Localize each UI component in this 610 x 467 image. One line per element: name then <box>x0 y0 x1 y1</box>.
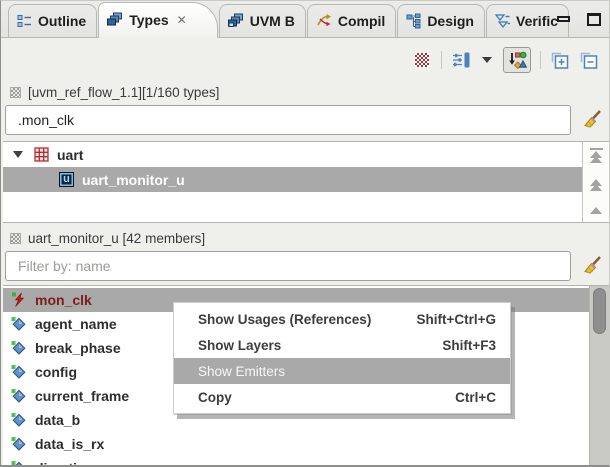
tab-label: Outline <box>38 13 87 29</box>
tab-label: Verific <box>516 13 559 29</box>
menu-item-show-usages[interactable]: Show Usages (References) Shift+Ctrl+G <box>174 306 510 332</box>
class-u-icon: u <box>59 172 74 187</box>
scope-grid-icon <box>10 87 21 98</box>
members-header: uart_monitor_u [42 members] <box>10 231 205 246</box>
toolbar-separator <box>441 51 442 69</box>
menu-item-label: Show Usages (References) <box>198 311 372 327</box>
field-diamond-icon <box>11 436 27 452</box>
tree-row-uart[interactable]: uart <box>3 142 582 167</box>
line-up-icon[interactable] <box>590 207 602 214</box>
menu-item-shortcut: Shift+F3 <box>442 337 496 353</box>
expand-all-icon[interactable] <box>550 50 570 70</box>
maximize-icon[interactable] <box>585 10 603 28</box>
compile-arrows-icon <box>316 13 332 29</box>
member-kinds-icon <box>508 51 527 69</box>
field-diamond-icon <box>11 388 27 404</box>
tab-label: Compil <box>337 13 386 29</box>
menu-item-label: Copy <box>198 389 232 405</box>
package-grid-icon <box>34 147 49 162</box>
clear-filter-broom-icon[interactable] <box>581 108 603 130</box>
scroll-to-top-icon[interactable] <box>589 148 603 163</box>
signal-bolt-icon <box>11 292 27 308</box>
tab-outline[interactable]: Outline <box>8 4 98 37</box>
member-name: data_b <box>35 412 81 428</box>
field-diamond-icon <box>11 460 27 465</box>
context-menu: Show Usages (References) Shift+Ctrl+G Sh… <box>173 302 511 414</box>
field-diamond-icon <box>11 340 27 356</box>
member-name: data_is_rx <box>35 436 105 452</box>
hierarchy-icon <box>406 13 421 29</box>
tree-node-label: uart <box>57 146 84 163</box>
types-view-window: Outline Types ✕ UVM B Compil Design Veri… <box>0 0 610 467</box>
outline-icon <box>17 14 32 29</box>
menu-item-label: Show Layers <box>198 337 282 353</box>
sort-filter-icon[interactable] <box>451 50 471 70</box>
verification-hierarchy-icon <box>495 13 510 29</box>
tab-design-hierarchy[interactable]: Design <box>397 4 485 37</box>
vertical-scrollbar[interactable] <box>589 286 609 465</box>
collapse-twisty-icon[interactable] <box>13 151 23 158</box>
menu-item-shortcut: Ctrl+C <box>455 389 496 405</box>
tab-compile-order[interactable]: Compil <box>306 4 397 37</box>
scope-grid-icon <box>10 233 21 244</box>
view-toolbar <box>1 39 609 81</box>
members-header-label: uart_monitor_u [42 members] <box>28 231 206 246</box>
types-tree: uart u uart_monitor_u <box>3 141 582 223</box>
tab-types[interactable]: Types ✕ <box>98 2 218 38</box>
types-search-input[interactable] <box>5 105 571 135</box>
member-name: agent_name <box>35 316 117 332</box>
member-name: current_frame <box>35 388 130 404</box>
field-diamond-icon <box>11 412 27 428</box>
types-scope-label: [uvm_ref_flow_1.1][1/160 types] <box>28 85 220 100</box>
member-name: config <box>35 364 77 380</box>
color-mode-icon[interactable] <box>412 50 432 70</box>
field-diamond-icon <box>11 316 27 332</box>
toolbar-menu-chevron-icon[interactable] <box>480 50 494 70</box>
menu-item-show-emitters[interactable]: Show Emitters <box>174 358 510 384</box>
tree-row-uart-monitor-u[interactable]: u uart_monitor_u <box>3 167 582 192</box>
window-controls <box>554 7 603 31</box>
menu-item-shortcut: Shift+Ctrl+G <box>416 311 496 327</box>
members-filter-input[interactable] <box>5 251 571 281</box>
menu-item-label: Show Emitters <box>198 363 286 379</box>
list-item-direction[interactable]: direction <box>3 456 589 465</box>
toolbar-separator <box>540 51 541 69</box>
field-diamond-icon <box>11 364 27 380</box>
types-scope-header: [uvm_ref_flow_1.1][1/160 types] <box>10 85 219 100</box>
member-name: mon_clk <box>35 292 92 308</box>
clear-filter-broom-icon[interactable] <box>581 254 603 276</box>
page-up-icon[interactable] <box>590 179 602 191</box>
tab-label: Types <box>129 12 169 28</box>
member-name: direction <box>35 460 94 465</box>
stacked-windows-icon <box>227 13 244 29</box>
list-item-data-is-rx[interactable]: data_is_rx <box>3 432 589 456</box>
tree-scroll-strip <box>582 141 609 223</box>
tab-label: UVM B <box>249 13 295 29</box>
menu-item-show-layers[interactable]: Show Layers Shift+F3 <box>174 332 510 358</box>
member-name: break_phase <box>35 340 121 356</box>
close-tab-icon[interactable]: ✕ <box>177 13 187 27</box>
tab-label: Design <box>427 13 474 29</box>
show-kinds-toggle-button[interactable] <box>503 47 531 73</box>
tab-bar: Outline Types ✕ UVM B Compil Design Veri… <box>1 1 609 38</box>
collapse-all-icon[interactable] <box>579 50 599 70</box>
tree-node-label: uart_monitor_u <box>82 171 185 188</box>
menu-item-copy[interactable]: Copy Ctrl+C <box>174 384 510 410</box>
stacked-windows-icon <box>107 12 123 28</box>
tab-uvm-browser[interactable]: UVM B <box>218 4 306 37</box>
scrollbar-thumb[interactable] <box>593 288 606 334</box>
minimize-icon[interactable] <box>554 10 572 28</box>
